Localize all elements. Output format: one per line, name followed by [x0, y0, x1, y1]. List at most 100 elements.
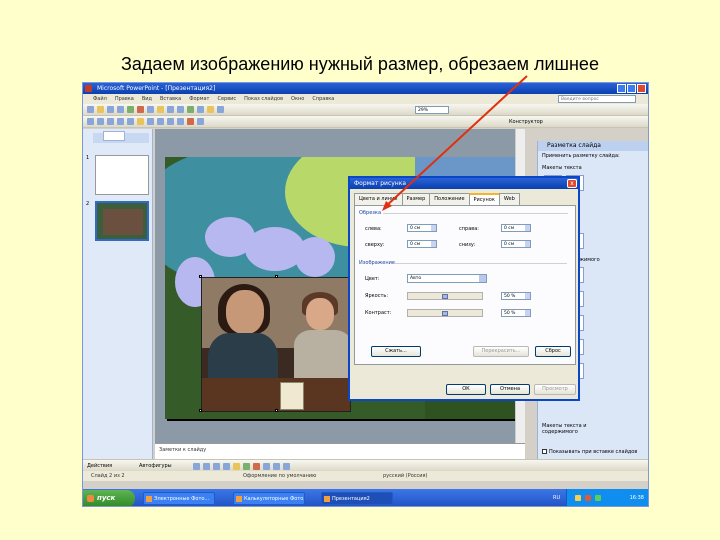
redo-icon[interactable]: [177, 106, 184, 113]
brightness-label: Яркость:: [365, 293, 389, 299]
resize-handle[interactable]: [199, 409, 202, 412]
new-icon[interactable]: [87, 106, 94, 113]
brightness-slider-thumb[interactable]: [442, 294, 448, 299]
contrast-input[interactable]: 50 %: [501, 309, 531, 317]
taskbar-item[interactable]: Презентация2: [321, 492, 393, 505]
grid-icon[interactable]: [217, 106, 224, 113]
align-right-icon[interactable]: [157, 118, 164, 125]
contrast-slider[interactable]: [407, 309, 483, 317]
show-on-insert-checkbox[interactable]: [542, 449, 547, 454]
shadow-icon[interactable]: [127, 118, 134, 125]
menu-tools[interactable]: Сервис: [217, 94, 236, 104]
dialog-close-button[interactable]: x: [567, 179, 577, 188]
print-icon[interactable]: [117, 106, 124, 113]
font-icon[interactable]: [87, 118, 94, 125]
slide-number-2: 2: [86, 201, 90, 207]
slide-thumbnail-1[interactable]: [95, 155, 149, 195]
bullets-icon[interactable]: [177, 118, 184, 125]
tray-icon[interactable]: [575, 495, 581, 501]
taskbar-item[interactable]: Калькуляторные Фото...: [233, 492, 305, 505]
crop-left-input[interactable]: 0 см: [407, 224, 437, 232]
menu-format[interactable]: Формат: [189, 94, 209, 104]
menu-file[interactable]: Файл: [93, 94, 107, 104]
language-indicator[interactable]: RU: [553, 489, 560, 506]
menu-help[interactable]: Справка: [312, 94, 334, 104]
ok-button[interactable]: ОК: [446, 384, 486, 395]
underline-icon[interactable]: [117, 118, 124, 125]
maximize-button[interactable]: [627, 84, 636, 93]
powerpoint-icon: [85, 85, 92, 92]
menu-edit[interactable]: Правка: [115, 94, 134, 104]
textbox-icon[interactable]: [233, 463, 240, 470]
start-button[interactable]: пуск: [83, 490, 135, 506]
menu-view[interactable]: Вид: [142, 94, 152, 104]
line-color-icon[interactable]: [263, 463, 270, 470]
font-color-icon[interactable]: [187, 118, 194, 125]
crop-bottom-input[interactable]: 0 см: [501, 240, 531, 248]
align-center-icon[interactable]: [147, 118, 154, 125]
arrow-icon[interactable]: [203, 463, 210, 470]
tray-icon[interactable]: [585, 495, 591, 501]
standard-toolbar: 29%: [83, 104, 648, 116]
compress-button[interactable]: Сжать...: [371, 346, 421, 357]
rectangle-icon[interactable]: [213, 463, 220, 470]
brightness-input[interactable]: 50 %: [501, 292, 531, 300]
minimize-button[interactable]: [617, 84, 626, 93]
close-button[interactable]: [637, 84, 646, 93]
design-button[interactable]: Конструктор: [509, 118, 549, 126]
help-question-input[interactable]: Введите вопрос: [558, 95, 636, 103]
open-icon[interactable]: [97, 106, 104, 113]
undo-icon[interactable]: [167, 106, 174, 113]
tab-position[interactable]: Положение: [429, 193, 470, 205]
insert-chart-icon[interactable]: [187, 106, 194, 113]
paste-icon[interactable]: [157, 106, 164, 113]
numbering-icon[interactable]: [167, 118, 174, 125]
selected-photo[interactable]: [201, 277, 351, 412]
menu-window[interactable]: Окно: [291, 94, 304, 104]
bold-icon[interactable]: [97, 118, 104, 125]
tray-icon[interactable]: [595, 495, 601, 501]
cut-icon[interactable]: [137, 106, 144, 113]
recolor-button[interactable]: Перекрасить...: [473, 346, 529, 357]
slide-thumbnail-2[interactable]: [95, 201, 149, 241]
save-icon[interactable]: [107, 106, 114, 113]
shadow-style-icon[interactable]: [283, 463, 290, 470]
show-on-insert-option[interactable]: Показывать при вставке слайдов: [542, 449, 637, 455]
crop-top-input[interactable]: 0 см: [407, 240, 437, 248]
image-control-group-label: Изображение: [359, 260, 395, 266]
contrast-slider-thumb[interactable]: [442, 311, 448, 316]
crop-right-input[interactable]: 0 см: [501, 224, 531, 232]
notes-pane[interactable]: Заметки к слайду: [155, 443, 525, 459]
preview-button[interactable]: Просмотр: [534, 384, 576, 395]
copy-icon[interactable]: [147, 106, 154, 113]
resize-handle[interactable]: [275, 275, 278, 278]
clipart-icon[interactable]: [243, 463, 250, 470]
oval-icon[interactable]: [223, 463, 230, 470]
align-left-icon[interactable]: [137, 118, 144, 125]
cancel-button[interactable]: Отмена: [490, 384, 530, 395]
tab-size[interactable]: Размер: [401, 193, 431, 205]
tab-web[interactable]: Web: [498, 193, 520, 205]
insert-table-icon[interactable]: [197, 106, 204, 113]
menu-slideshow[interactable]: Показ слайдов: [244, 94, 283, 104]
show-on-insert-label: Показывать при вставке слайдов: [549, 449, 638, 455]
slides-tab[interactable]: [103, 131, 125, 141]
reset-button[interactable]: Сброс: [535, 346, 571, 357]
menu-insert[interactable]: Вставка: [160, 94, 181, 104]
picture-toolbar-icon[interactable]: [197, 118, 204, 125]
color-select[interactable]: Авто: [407, 274, 487, 283]
tab-colors-lines[interactable]: Цвета и линии: [354, 193, 403, 205]
spelling-icon[interactable]: [127, 106, 134, 113]
brightness-slider[interactable]: [407, 292, 483, 300]
taskbar-item[interactable]: Электронные Фото...: [143, 492, 215, 505]
expand-icon[interactable]: [207, 106, 214, 113]
dialog-title: Формат рисунка: [350, 178, 578, 189]
resize-handle[interactable]: [275, 409, 278, 412]
fill-color-icon[interactable]: [253, 463, 260, 470]
line-icon[interactable]: [193, 463, 200, 470]
resize-handle[interactable]: [199, 275, 202, 278]
line-style-icon[interactable]: [273, 463, 280, 470]
zoom-select[interactable]: 29%: [415, 106, 449, 114]
windows-taskbar: пуск Электронные Фото... Калькуляторные …: [83, 489, 648, 506]
italic-icon[interactable]: [107, 118, 114, 125]
